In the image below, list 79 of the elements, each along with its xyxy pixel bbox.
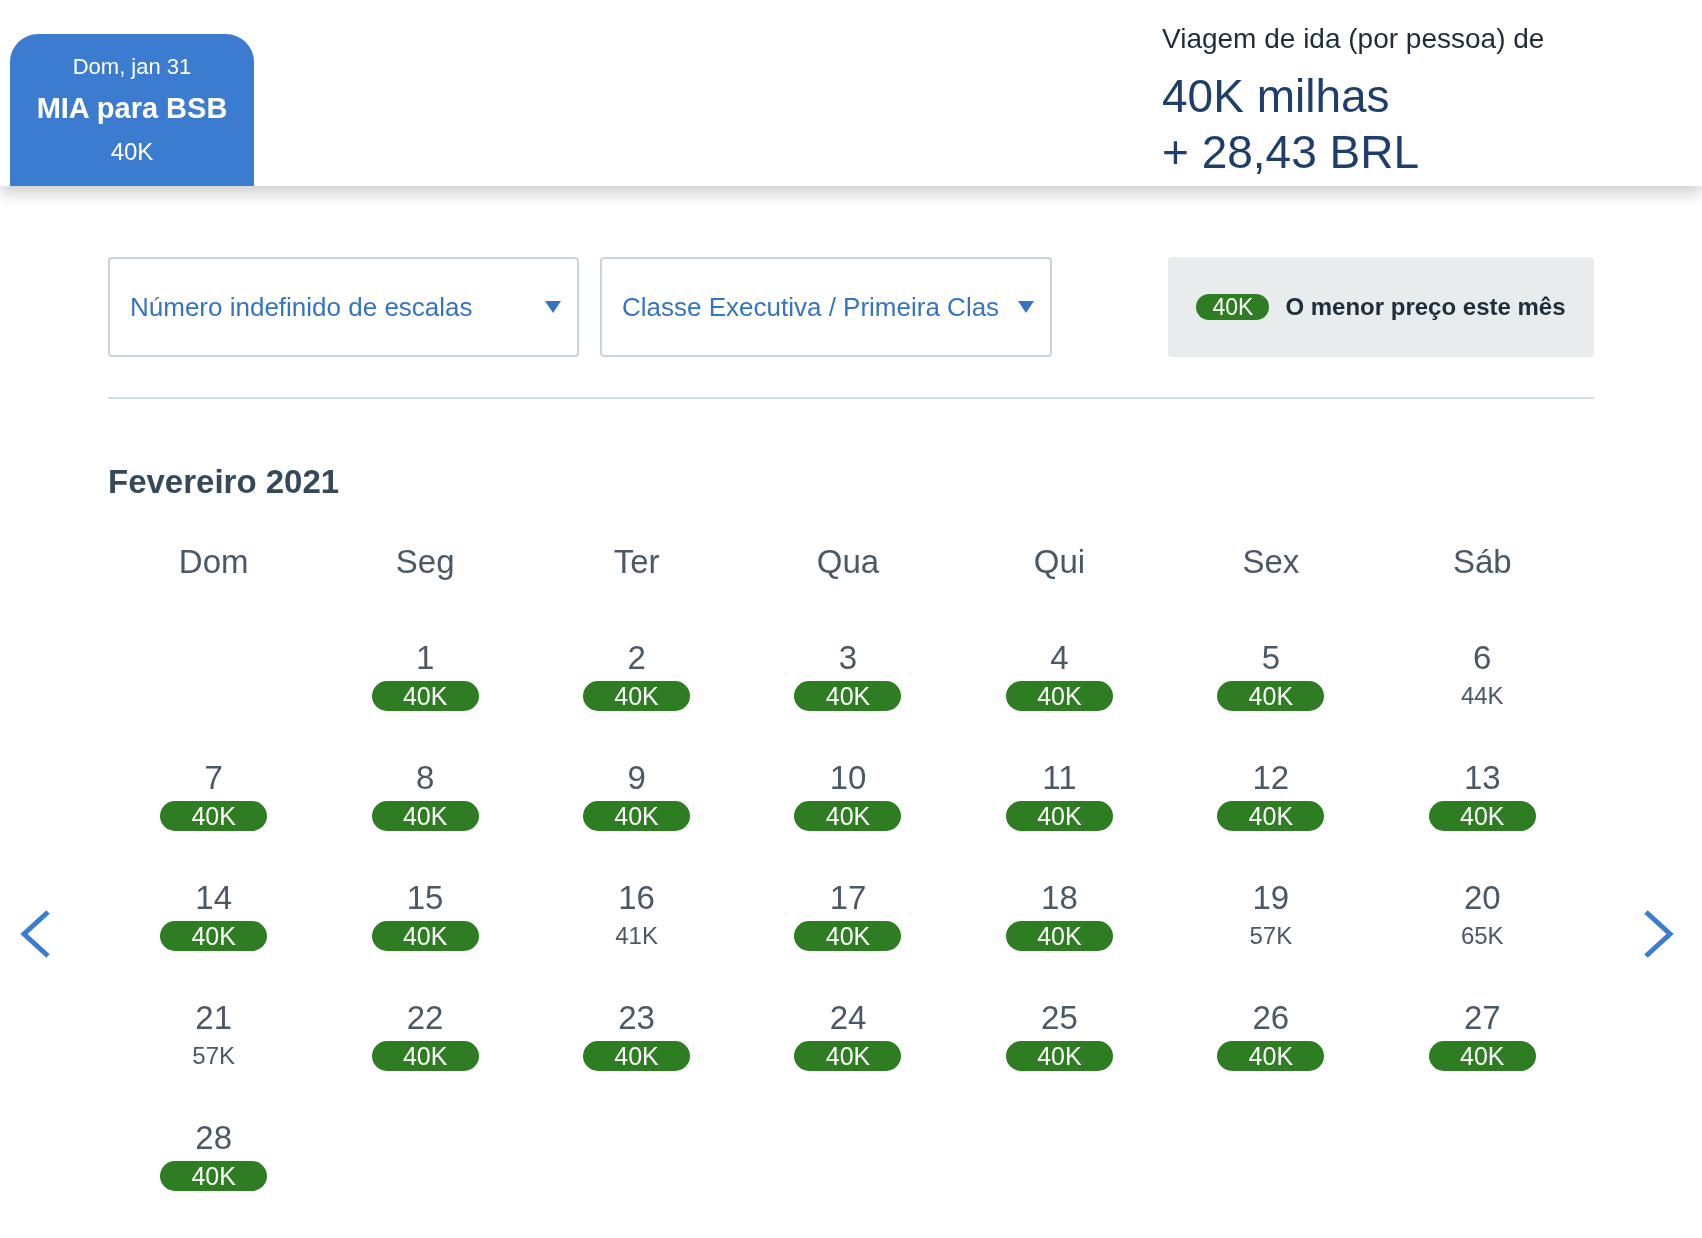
price-badge: 40K (371, 801, 479, 831)
day-number[interactable]: 13 (1463, 759, 1501, 797)
day-number[interactable]: 1 (415, 639, 435, 677)
day-number[interactable]: 9 (627, 759, 646, 797)
price-badge: 40K (160, 1161, 268, 1191)
day-number[interactable]: 28 (195, 1119, 233, 1157)
day-number[interactable]: 3 (838, 639, 858, 677)
weekday-label: Sex (1242, 541, 1300, 582)
price-badge: 40K (1428, 1041, 1536, 1071)
price-badge: 40K (1217, 681, 1325, 711)
price-badge: 40K (371, 921, 479, 951)
trip-route: MIA para BSB (36, 90, 228, 126)
weekday-label: Qui (1033, 541, 1086, 582)
fare-taxes: + 28,43 BRL (1162, 125, 1421, 180)
fare-label: Viagem de ida (por pessoa) de (1162, 22, 1546, 56)
price-text: 57K (192, 1041, 236, 1071)
price-badge: 40K (371, 681, 479, 711)
dropdown[interactable]: Número indefinido de escalas (108, 257, 579, 357)
price-badge: 40K (794, 921, 902, 951)
trip-tab[interactable]: Dom, jan 31 MIA para BSB 40K (10, 34, 254, 186)
dropdown[interactable]: Classe Executiva / Primeira Clas (600, 257, 1052, 357)
price-badge: 40K (1005, 681, 1113, 711)
month-title: Fevereiro 2021 (108, 462, 341, 502)
day-number[interactable]: 14 (195, 879, 233, 917)
day-number[interactable]: 8 (415, 759, 435, 797)
price-badge: 40K (794, 681, 902, 711)
day-number[interactable]: 7 (204, 759, 223, 797)
day-number[interactable]: 11 (1042, 759, 1077, 797)
price-badge: 40K (1005, 801, 1113, 831)
day-number[interactable]: 20 (1463, 879, 1501, 917)
day-number[interactable]: 25 (1041, 999, 1078, 1037)
price-badge: 40K (1217, 1041, 1325, 1071)
weekday-label: Seg (395, 541, 455, 582)
price-badge: 40K (1005, 921, 1113, 951)
price-badge: 40K (583, 681, 691, 711)
price-badge: 40K (1217, 801, 1325, 831)
price-badge: 40K (1196, 294, 1270, 320)
weekday-label: Dom (178, 541, 249, 582)
price-badge: 40K (583, 1041, 691, 1071)
weekday-label: Sáb (1452, 541, 1512, 582)
day-number[interactable]: 10 (829, 759, 867, 797)
price-badge: 40K (794, 801, 902, 831)
day-number[interactable]: 27 (1463, 999, 1501, 1037)
price-badge: 40K (583, 801, 691, 831)
day-number[interactable]: 19 (1252, 879, 1290, 917)
price-badge: 40K (1428, 801, 1536, 831)
price-text: 65K (1460, 921, 1504, 951)
chevron-left-icon[interactable] (18, 908, 52, 959)
price-badge: 40K (160, 921, 268, 951)
weekday-label: Qua (816, 541, 880, 582)
day-number[interactable]: 23 (618, 999, 655, 1037)
day-number[interactable]: 17 (829, 879, 867, 917)
weekday-label: Ter (613, 541, 660, 582)
price-badge: 40K (794, 1041, 902, 1071)
price-text: 41K (615, 921, 658, 951)
chevron-right-icon[interactable] (1642, 908, 1676, 959)
day-number[interactable]: 12 (1252, 759, 1290, 797)
day-number[interactable]: 6 (1473, 639, 1492, 677)
price-text: 44K (1460, 681, 1504, 711)
day-number[interactable]: 26 (1252, 999, 1290, 1037)
day-number[interactable]: 16 (618, 879, 655, 917)
legend-text: O menor preço este mês (1285, 292, 1566, 322)
price-badge: 40K (1005, 1041, 1113, 1071)
day-number[interactable]: 22 (406, 999, 444, 1037)
caret-icon (545, 301, 561, 313)
fare-miles: 40K milhas (1162, 69, 1391, 124)
price-badge: 40K (160, 801, 268, 831)
day-number[interactable]: 24 (829, 999, 867, 1037)
price-badge: 40K (371, 1041, 479, 1071)
day-number[interactable]: 2 (627, 639, 646, 677)
trip-price: 40K (110, 137, 154, 168)
day-number[interactable]: 4 (1050, 639, 1069, 677)
caret-icon (1018, 301, 1034, 313)
day-number[interactable]: 5 (1261, 639, 1281, 677)
trip-date: Dom, jan 31 (72, 52, 192, 81)
day-number[interactable]: 18 (1041, 879, 1078, 917)
day-number[interactable]: 15 (406, 879, 444, 917)
day-number[interactable]: 21 (195, 999, 233, 1037)
price-text: 57K (1249, 921, 1293, 951)
